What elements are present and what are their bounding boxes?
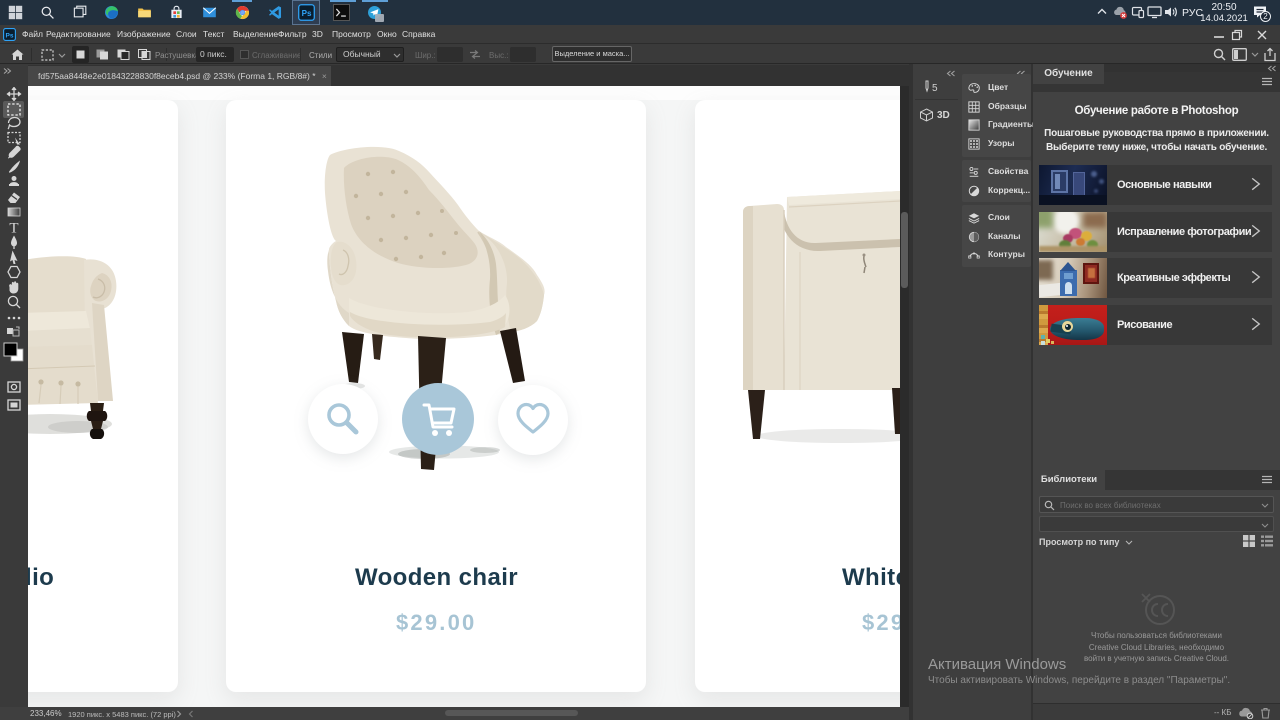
svg-text:Ps: Ps [302, 9, 312, 18]
svg-text:5: 5 [932, 83, 938, 94]
svg-text:T: T [9, 221, 18, 237]
svg-text:Ps: Ps [6, 33, 14, 40]
